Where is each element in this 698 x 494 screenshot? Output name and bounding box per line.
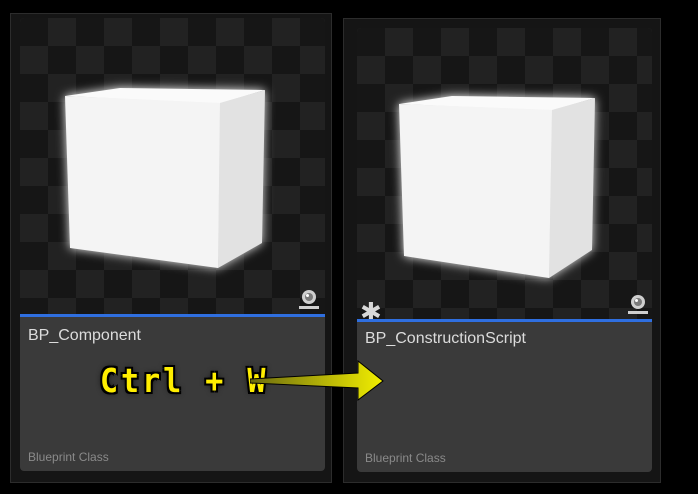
selection-accent-line bbox=[20, 314, 325, 317]
camera-icon[interactable] bbox=[627, 293, 649, 315]
cube-thumbnail bbox=[65, 88, 265, 268]
cube-thumbnail bbox=[399, 96, 595, 278]
shortcut-annotation: Ctrl + W bbox=[100, 362, 269, 401]
asset-tile-bp-component[interactable]: BP_Component Blueprint Class bbox=[20, 18, 325, 471]
asset-thumbnail bbox=[20, 18, 325, 314]
arrow-right-icon bbox=[250, 360, 384, 402]
asset-thumbnail: ✱ bbox=[357, 28, 652, 326]
asterisk-icon: ✱ bbox=[360, 298, 382, 328]
selection-accent-line bbox=[357, 319, 652, 322]
camera-icon[interactable] bbox=[298, 288, 320, 310]
asset-name: BP_Component bbox=[28, 327, 141, 344]
asset-tile-bp-constructionscript[interactable]: ✱ BP_ConstructionScript Blueprint Class bbox=[357, 28, 652, 472]
asset-type: Blueprint Class bbox=[28, 450, 109, 464]
asset-name: BP_ConstructionScript bbox=[365, 330, 526, 347]
asset-type: Blueprint Class bbox=[365, 451, 446, 465]
